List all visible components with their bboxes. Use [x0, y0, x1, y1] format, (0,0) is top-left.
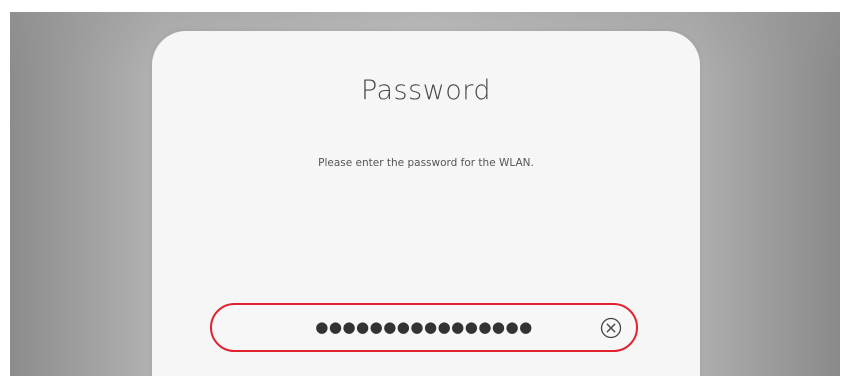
dialog-title: Password: [360, 75, 492, 106]
screen-backdrop: Password Please enter the password for t…: [10, 12, 840, 376]
dialog-message: Please enter the password for the WLAN.: [318, 157, 534, 169]
password-input[interactable]: ●●●●●●●●●●●●●●●●: [210, 303, 638, 352]
clear-icon[interactable]: [600, 317, 622, 339]
password-masked-value[interactable]: ●●●●●●●●●●●●●●●●: [212, 318, 636, 336]
password-dialog: Password Please enter the password for t…: [152, 31, 700, 376]
